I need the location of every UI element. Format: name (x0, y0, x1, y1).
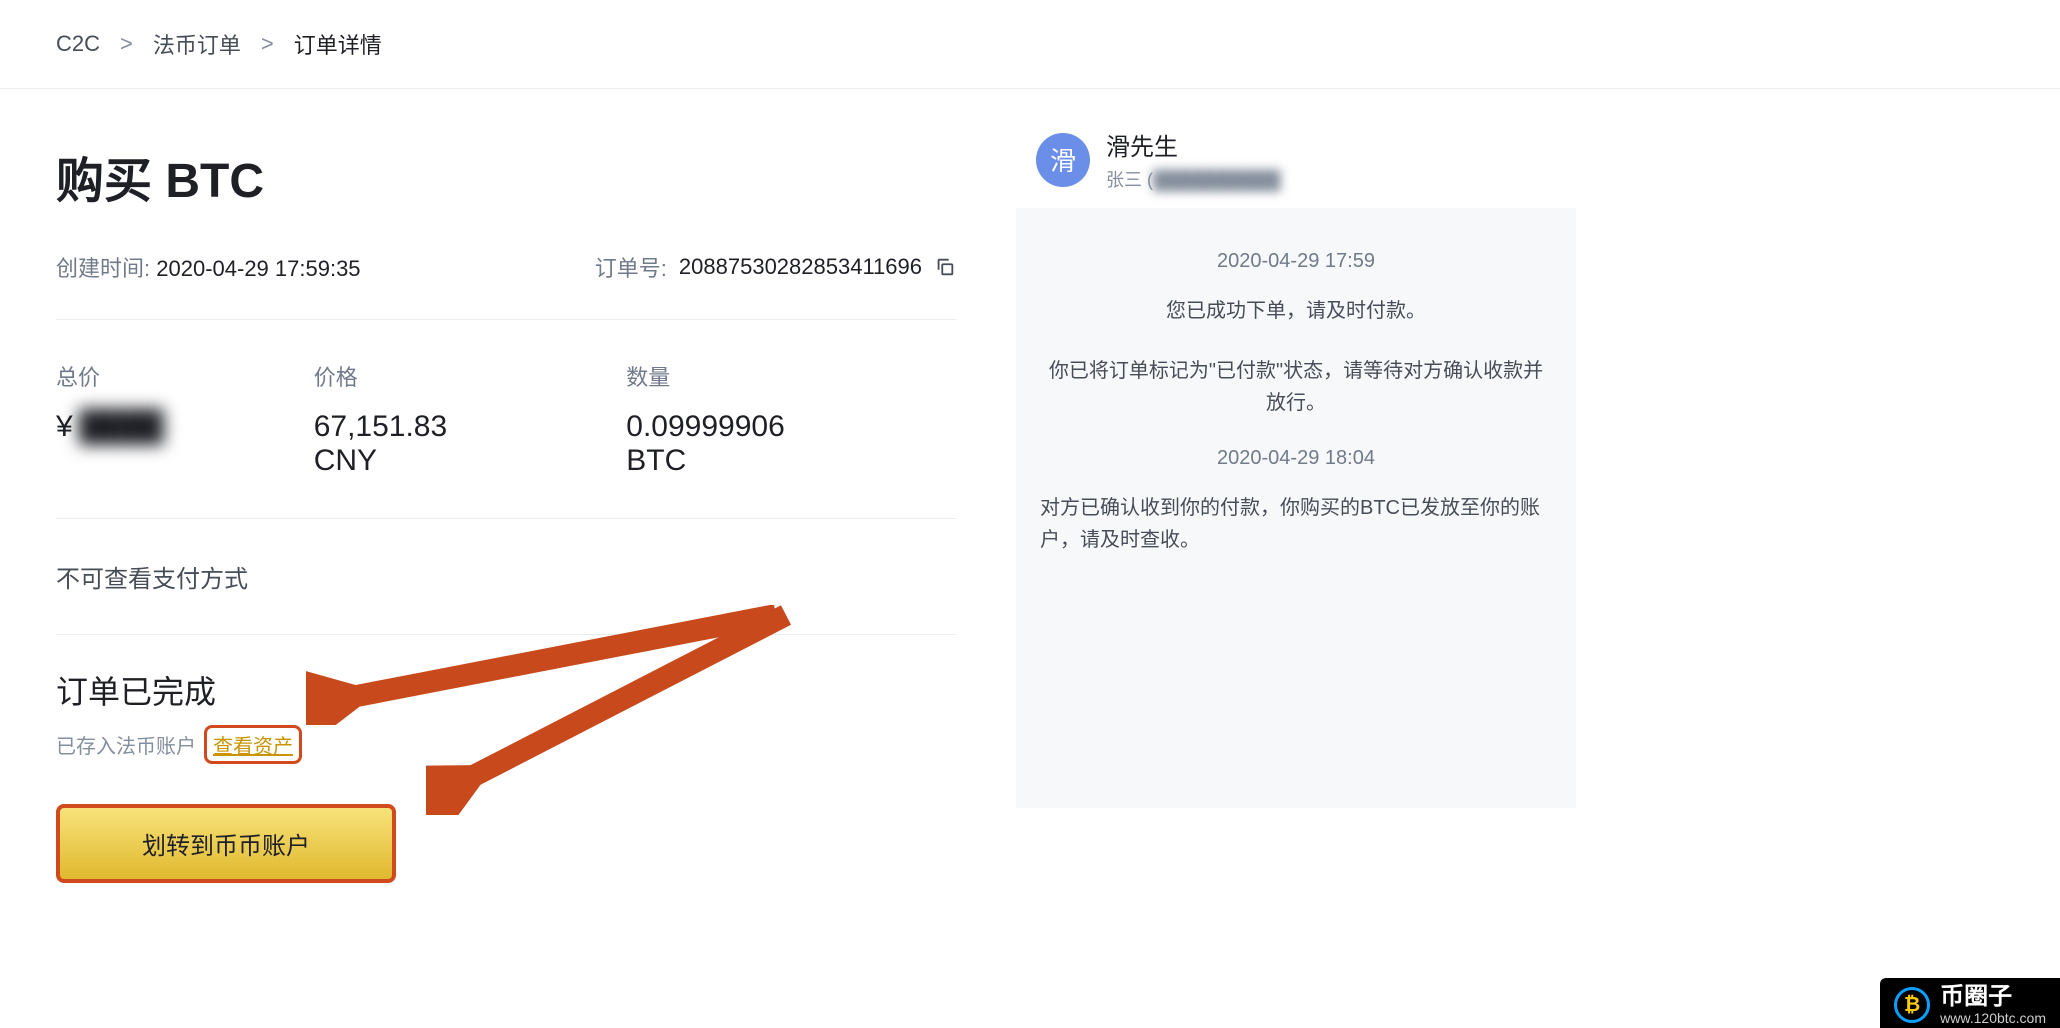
chat-system-message: 对方已确认收到你的付款，你购买的BTC已发放至你的账户，请及时查收。 (1040, 492, 1552, 556)
breadcrumb-middle[interactable]: 法币订单 (153, 28, 241, 60)
chat-timestamp: 2020-04-29 17:59 (1040, 250, 1552, 273)
order-stats-row: 总价 ¥████ 价格 67,151.83 CNY 数量 0.09999906 … (56, 320, 956, 519)
view-assets-link[interactable]: 查看资产 (204, 725, 302, 764)
unit-price-value: 67,151.83 CNY (314, 410, 477, 478)
chat-system-message: 你已将订单标记为"已付款"状态，请等待对方确认收款并放行。 (1040, 355, 1552, 419)
order-number-label: 订单号: (595, 251, 667, 283)
transfer-to-spot-button[interactable]: 划转到币币账户 (56, 804, 396, 883)
created-time-label: 创建时间: (56, 256, 150, 281)
breadcrumb-current: 订单详情 (294, 28, 382, 60)
page-title: 购买 BTC (56, 141, 956, 211)
payment-method-note: 不可查看支付方式 (56, 519, 956, 635)
chat-user-name: 滑先生 (1106, 127, 1281, 162)
created-time-value: 2020-04-29 17:59:35 (156, 256, 360, 281)
total-price-value: ¥████ (56, 410, 164, 444)
watermark-badge: ₿ 币圈子 www.120btc.com (1880, 978, 2060, 1028)
watermark-logo-icon: ₿ (1894, 987, 1930, 1023)
order-meta-row: 创建时间: 2020-04-29 17:59:35 订单号: 208875302… (56, 251, 956, 320)
order-detail-panel: 购买 BTC 创建时间: 2020-04-29 17:59:35 订单号: 20… (56, 89, 956, 883)
deposit-status-text: 已存入法币账户 (56, 730, 196, 759)
copy-icon[interactable] (934, 256, 956, 278)
quantity-label: 数量 (626, 360, 806, 392)
chat-user-subtext: 张三 (██████████ (1106, 166, 1281, 192)
quantity-value: 0.09999906 BTC (626, 410, 806, 478)
order-number-value: 20887530282853411696 (679, 254, 922, 280)
unit-price-label: 价格 (314, 360, 477, 392)
watermark-title: 币圈子 (1940, 984, 2046, 1010)
chat-panel: 滑 滑先生 张三 (██████████ 2020-04-29 17:59 您已… (1016, 111, 1576, 883)
breadcrumb-root[interactable]: C2C (56, 31, 100, 57)
breadcrumb-separator: > (261, 31, 274, 57)
chat-timestamp: 2020-04-29 18:04 (1040, 447, 1552, 470)
breadcrumb: C2C > 法币订单 > 订单详情 (0, 0, 2060, 89)
total-price-label: 总价 (56, 360, 164, 392)
order-status-title: 订单已完成 (56, 667, 956, 713)
chat-header: 滑 滑先生 张三 (██████████ (1016, 111, 1576, 208)
watermark-url: www.120btc.com (1940, 1011, 2046, 1026)
avatar: 滑 (1036, 133, 1090, 187)
chat-body: 2020-04-29 17:59 您已成功下单，请及时付款。 你已将订单标记为"… (1016, 208, 1576, 808)
breadcrumb-separator: > (120, 31, 133, 57)
chat-system-message: 您已成功下单，请及时付款。 (1040, 295, 1552, 327)
